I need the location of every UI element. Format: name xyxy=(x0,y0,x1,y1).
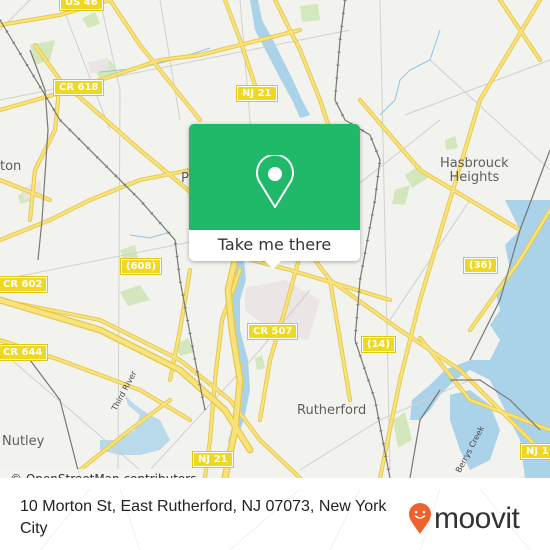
take-me-there-button[interactable]: Take me there xyxy=(189,232,360,258)
road-shield-cr507: CR 507 xyxy=(246,323,299,340)
moovit-logo[interactable]: moovit xyxy=(408,501,520,537)
road-shield-us46: US 46 xyxy=(59,0,104,11)
road-shield-608: (608) xyxy=(119,258,163,275)
place-hasbrouck-heights: Hasbrouck Heights xyxy=(440,157,509,185)
road-shield-nj1x: NJ 1 xyxy=(520,443,550,460)
map-attribution[interactable]: © OpenStreetMap contributors xyxy=(0,469,203,478)
moovit-pin-icon xyxy=(409,503,431,534)
place-clifton: ton xyxy=(0,159,22,174)
road-shield-14: (14) xyxy=(360,336,397,353)
popup-header xyxy=(189,124,360,230)
place-label-line1: Hasbrouck xyxy=(440,156,509,171)
road-shield-nj21-top: NJ 21 xyxy=(236,85,278,102)
popup-pointer xyxy=(264,260,282,269)
location-pin-icon xyxy=(256,155,294,208)
map-canvas[interactable]: US 46 CR 618 NJ 21 (608) CR 602 CR 644 C… xyxy=(0,0,550,478)
footer: 10 Morton St, East Rutherford, NJ 07073,… xyxy=(0,489,550,550)
moovit-wordmark: moovit xyxy=(434,502,520,535)
road-shield-cr618: CR 618 xyxy=(52,79,105,96)
address-text: 10 Morton St, East Rutherford, NJ 07073,… xyxy=(20,498,387,537)
road-shield-nj21-bottom: NJ 21 xyxy=(192,451,234,468)
road-shield-36: (36) xyxy=(462,257,499,274)
destination-popup[interactable]: Take me there xyxy=(189,124,360,269)
road-shield-cr644: CR 644 xyxy=(0,344,49,361)
place-label-line2: Heights xyxy=(449,170,500,185)
place-nutley: Nutley xyxy=(2,434,45,449)
road-shield-cr602: CR 602 xyxy=(0,276,49,293)
place-rutherford: Rutherford xyxy=(297,403,367,418)
place-passaic: P xyxy=(181,171,189,186)
